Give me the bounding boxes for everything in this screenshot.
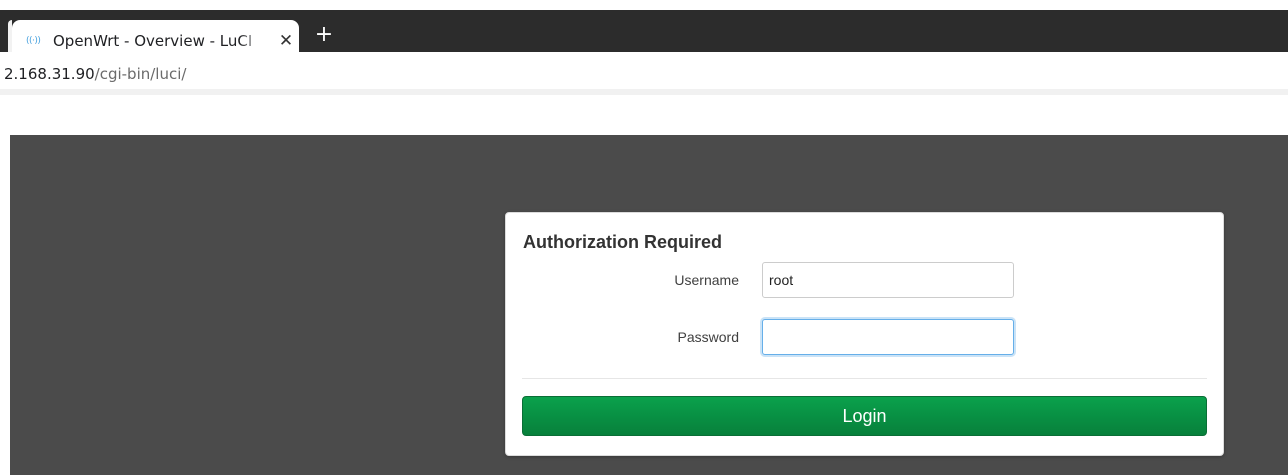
username-label: Username (674, 272, 739, 288)
login-card: Authorization Required Username Password… (505, 212, 1224, 456)
new-tab-button[interactable]: + (313, 24, 335, 46)
browser-tab-strip: ((·)) OpenWrt - Overview - LuCI ✕ + (0, 10, 1288, 62)
login-button[interactable]: Login (522, 396, 1207, 436)
wireless-signal-icon: ((·)) (26, 36, 41, 46)
username-input[interactable] (762, 262, 1014, 298)
card-divider (522, 378, 1207, 379)
password-label: Password (677, 329, 739, 345)
address-bar[interactable]: 2.168.31.90/cgi-bin/luci/ (0, 52, 1288, 90)
password-input[interactable] (762, 319, 1014, 355)
login-title: Authorization Required (523, 232, 722, 252)
tab-title-fade (239, 30, 265, 52)
url-host: 2.168.31.90 (4, 65, 95, 83)
page-header (0, 95, 1288, 135)
url-path: /cgi-bin/luci/ (94, 65, 187, 83)
tab-title: OpenWrt - Overview - LuCI (53, 32, 253, 50)
close-icon[interactable]: ✕ (275, 30, 297, 52)
url-text[interactable]: 2.168.31.90/cgi-bin/luci/ (4, 64, 186, 84)
